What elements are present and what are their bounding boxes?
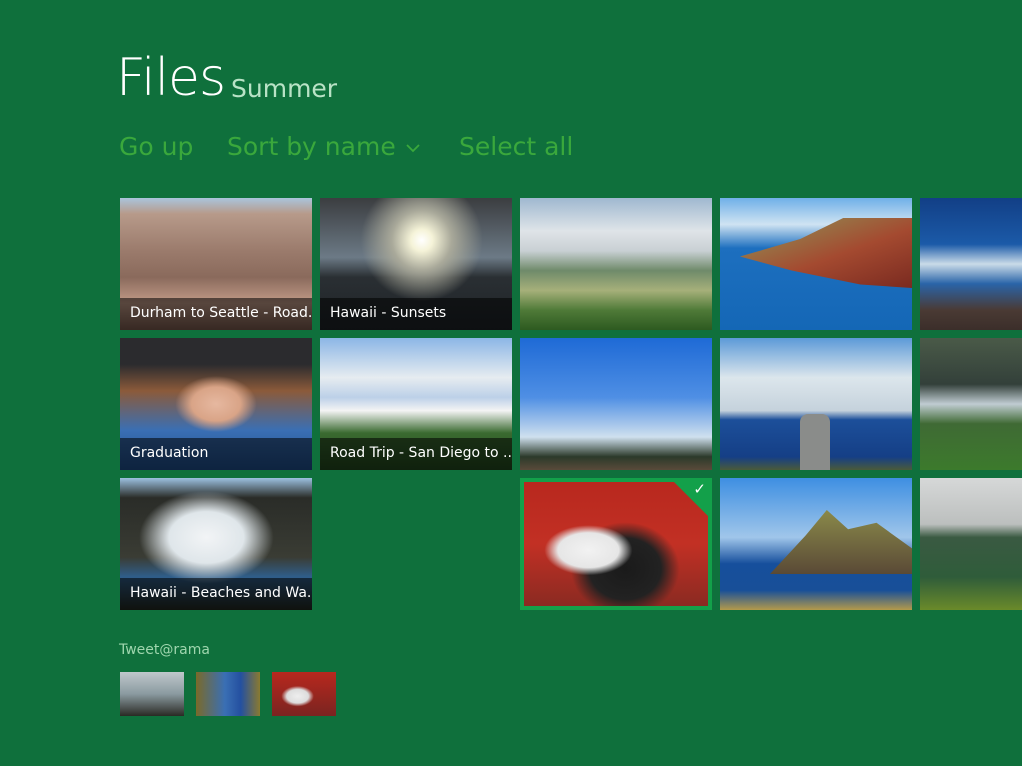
photo-tile[interactable] (720, 198, 912, 330)
photo-tile[interactable] (920, 198, 1022, 330)
share-thumbnail-graduation[interactable] (196, 672, 260, 716)
tile-caption: Graduation (120, 438, 312, 470)
photo-tile[interactable] (520, 338, 712, 470)
checkmark-icon: ✓ (693, 480, 706, 498)
man-ocean-photo (720, 338, 912, 470)
page-title: Files (116, 48, 226, 108)
go-up-button[interactable]: Go up (119, 132, 193, 161)
share-thumbnail-palms[interactable] (120, 672, 184, 716)
select-all-button[interactable]: Select all (459, 132, 573, 161)
palm-trees-photo (520, 338, 712, 470)
folder-tile[interactable]: Graduation (120, 338, 312, 470)
tile-caption: Hawaii - Sunsets (320, 298, 512, 330)
photo-tile-selected[interactable]: ✓ (520, 478, 712, 610)
folder-tile[interactable]: Hawaii - Beaches and Wa... (120, 478, 312, 610)
surf-rocks-photo (920, 198, 1022, 330)
valley-photo (920, 478, 1022, 610)
photo-tile[interactable] (920, 338, 1022, 470)
photo-tile[interactable] (720, 338, 912, 470)
photo-tile[interactable] (920, 478, 1022, 610)
photo-tile[interactable] (720, 478, 912, 610)
photo-tile[interactable] (520, 198, 712, 330)
tile-caption: Hawaii - Beaches and Wa... (120, 578, 312, 610)
folder-tile[interactable]: Durham to Seattle - Road... (120, 198, 312, 330)
chevron-down-icon[interactable] (406, 138, 420, 156)
folder-tile[interactable]: Hawaii - Sunsets (320, 198, 512, 330)
green-cliffs-photo (920, 338, 1022, 470)
share-thumbnail-panda[interactable] (272, 672, 336, 716)
resort-photo (520, 198, 712, 330)
folder-tile[interactable]: Road Trip - San Diego to ... (320, 338, 512, 470)
tile-caption: Road Trip - San Diego to ... (320, 438, 512, 470)
tile-caption: Durham to Seattle - Road... (120, 298, 312, 330)
folder-name: Summer (231, 74, 338, 103)
sort-dropdown[interactable]: Sort by name (227, 132, 396, 161)
rock-island-photo (720, 478, 912, 610)
coast-cliff-photo (720, 198, 912, 330)
share-target-label: Tweet@rama (119, 642, 210, 658)
